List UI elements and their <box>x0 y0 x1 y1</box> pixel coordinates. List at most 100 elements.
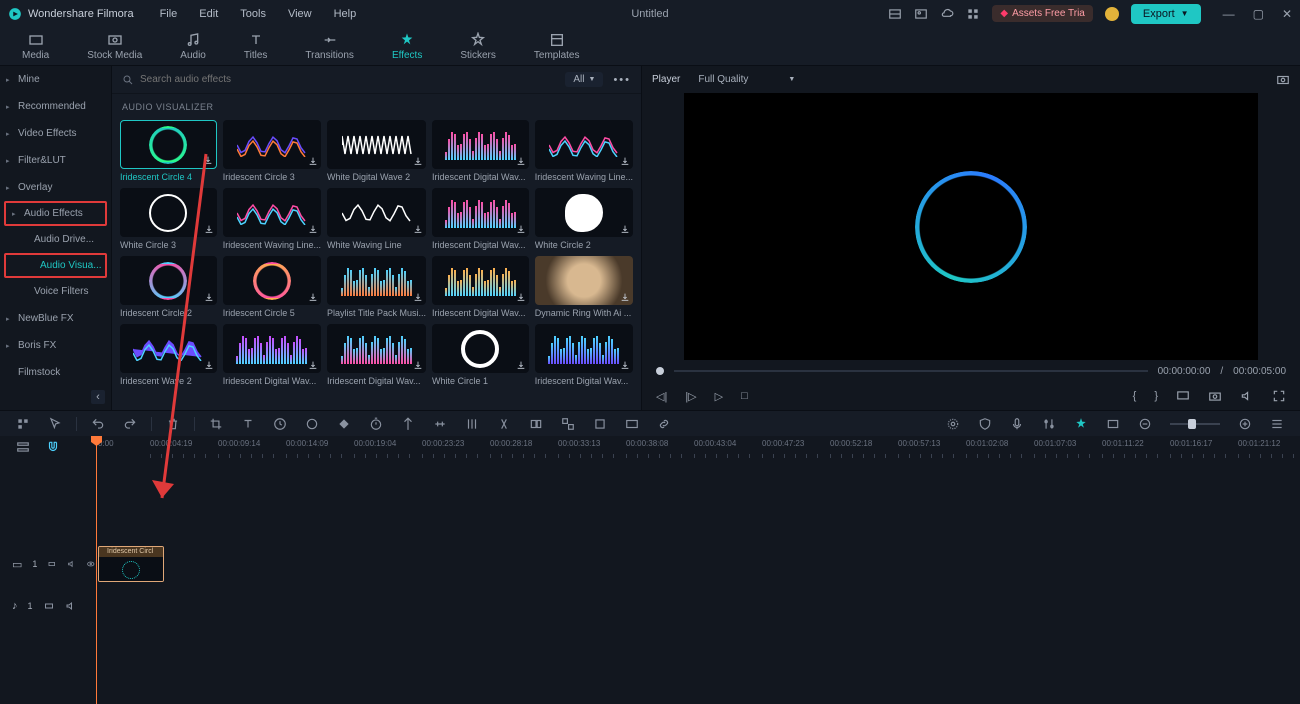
track-add-icon[interactable] <box>43 600 55 612</box>
render-icon[interactable] <box>625 417 639 431</box>
sidebar-item-audio-drive-[interactable]: Audio Drive... <box>0 226 111 253</box>
coin-icon[interactable] <box>1105 7 1119 21</box>
menu-file[interactable]: File <box>160 8 178 20</box>
tab-audio[interactable]: Audio <box>180 32 206 61</box>
sidebar-item-filter-lut[interactable]: ▸Filter&LUT <box>0 147 111 174</box>
tab-transitions[interactable]: Transitions <box>305 32 354 61</box>
cloud-icon[interactable] <box>940 7 954 21</box>
effect-item[interactable]: Iridescent Digital Wav... <box>327 324 426 386</box>
split-icon[interactable] <box>497 417 511 431</box>
sidebar-item-recommended[interactable]: ▸Recommended <box>0 93 111 120</box>
window-minimize-button[interactable]: ― <box>1223 7 1235 21</box>
track-mute-icon[interactable] <box>65 600 77 612</box>
track-visible-icon[interactable] <box>86 558 96 570</box>
sidebar-item-audio-visua-[interactable]: Audio Visua... <box>4 253 107 278</box>
sidebar-item-audio-effects[interactable]: ▸Audio Effects <box>4 201 107 226</box>
effect-item[interactable]: Iridescent Wave 2 <box>120 324 217 386</box>
playhead[interactable] <box>96 436 97 704</box>
window-close-button[interactable]: ✕ <box>1282 7 1292 21</box>
scrub-handle[interactable] <box>656 367 664 375</box>
auto-ripple-icon[interactable] <box>946 417 960 431</box>
crop-icon[interactable] <box>209 417 223 431</box>
tab-titles[interactable]: Titles <box>244 32 268 61</box>
magnet-icon[interactable] <box>46 440 60 454</box>
camera-icon[interactable] <box>1208 389 1222 403</box>
delete-icon[interactable] <box>166 417 180 431</box>
sidebar-collapse-button[interactable]: ‹ <box>91 390 105 404</box>
sidebar-item-boris-fx[interactable]: ▸Boris FX <box>0 332 111 359</box>
tab-media[interactable]: Media <box>22 32 49 61</box>
zoom-in-icon[interactable] <box>1238 417 1252 431</box>
search-input[interactable] <box>140 74 555 85</box>
menu-edit[interactable]: Edit <box>199 8 218 20</box>
effect-item[interactable]: Playlist Title Pack Musi... <box>327 256 426 318</box>
sidebar-item-filmstock[interactable]: Filmstock <box>0 359 111 386</box>
effect-item[interactable]: Iridescent Digital Wav... <box>432 188 529 250</box>
effect-item[interactable]: Iridescent Waving Line... <box>535 120 633 182</box>
preview-canvas[interactable] <box>684 93 1258 360</box>
effect-item[interactable]: Iridescent Digital Wav... <box>432 256 529 318</box>
quality-dropdown[interactable]: Full Quality▼ <box>698 74 795 85</box>
image-icon[interactable] <box>914 7 928 21</box>
volume-icon[interactable] <box>1240 389 1254 403</box>
shield-icon[interactable] <box>978 417 992 431</box>
effect-item[interactable]: Iridescent Circle 2 <box>120 256 217 318</box>
play-start-button[interactable]: |▷ <box>685 390 696 403</box>
freeze-icon[interactable] <box>593 417 607 431</box>
sidebar-item-overlay[interactable]: ▸Overlay <box>0 174 111 201</box>
effect-item[interactable]: White Waving Line <box>327 188 426 250</box>
keyframe-icon[interactable] <box>337 417 351 431</box>
effect-item[interactable]: White Circle 3 <box>120 188 217 250</box>
track-options-icon[interactable] <box>16 440 30 454</box>
effect-item[interactable]: White Digital Wave 2 <box>327 120 426 182</box>
bracket-out-button[interactable]: } <box>1154 390 1158 402</box>
marker-icon[interactable] <box>401 417 415 431</box>
grid-icon[interactable] <box>966 7 980 21</box>
effect-item[interactable]: Iridescent Digital Wav... <box>223 324 321 386</box>
prev-frame-button[interactable]: ◁| <box>656 390 667 403</box>
menu-help[interactable]: Help <box>334 8 357 20</box>
sidebar-item-mine[interactable]: ▸Mine <box>0 66 111 93</box>
snap-icon[interactable] <box>1074 417 1088 431</box>
sidebar-item-video-effects[interactable]: ▸Video Effects <box>0 120 111 147</box>
tab-stickers[interactable]: Stickers <box>460 32 496 61</box>
effect-item[interactable]: Iridescent Circle 4 <box>120 120 217 182</box>
play-button[interactable]: ▷ <box>715 390 723 403</box>
effect-item[interactable]: Iridescent Waving Line... <box>223 188 321 250</box>
adjust-icon[interactable] <box>465 417 479 431</box>
speed-icon[interactable] <box>273 417 287 431</box>
ripple-icon[interactable] <box>433 417 447 431</box>
effect-item[interactable]: White Circle 2 <box>535 188 633 250</box>
cursor-tool-icon[interactable] <box>48 417 62 431</box>
redo-icon[interactable] <box>123 417 137 431</box>
color-icon[interactable] <box>305 417 319 431</box>
display-icon[interactable] <box>1176 389 1190 403</box>
mic-icon[interactable] <box>1010 417 1024 431</box>
detach-icon[interactable] <box>529 417 543 431</box>
timeline-clip[interactable]: Iridescent Circl <box>98 546 164 582</box>
fullscreen-icon[interactable] <box>1272 389 1286 403</box>
scrub-track[interactable] <box>674 370 1148 372</box>
timer-icon[interactable] <box>369 417 383 431</box>
assets-free-trial-button[interactable]: ◆Assets Free Tria <box>992 5 1093 22</box>
effect-item[interactable]: Iridescent Digital Wav... <box>535 324 633 386</box>
zoom-slider[interactable] <box>1170 423 1220 425</box>
list-view-icon[interactable] <box>1270 417 1284 431</box>
undo-icon[interactable] <box>91 417 105 431</box>
effect-item[interactable]: Iridescent Digital Wav... <box>432 120 529 182</box>
tab-effects[interactable]: Effects <box>392 32 422 61</box>
tab-stock-media[interactable]: Stock Media <box>87 32 142 61</box>
track-add-icon[interactable] <box>47 558 57 570</box>
search-input-wrap[interactable] <box>122 74 555 86</box>
sidebar-item-newblue-fx[interactable]: ▸NewBlue FX <box>0 305 111 332</box>
effect-item[interactable]: Iridescent Circle 5 <box>223 256 321 318</box>
zoom-out-icon[interactable] <box>1138 417 1152 431</box>
bracket-in-button[interactable]: { <box>1133 390 1137 402</box>
snapshot-icon[interactable] <box>1276 73 1290 87</box>
group-icon[interactable] <box>561 417 575 431</box>
effect-item[interactable]: Iridescent Circle 3 <box>223 120 321 182</box>
fit-icon[interactable] <box>1106 417 1120 431</box>
effect-item[interactable]: Dynamic Ring With Ai ... <box>535 256 633 318</box>
text-icon[interactable] <box>241 417 255 431</box>
sidebar-item-voice-filters[interactable]: Voice Filters <box>0 278 111 305</box>
